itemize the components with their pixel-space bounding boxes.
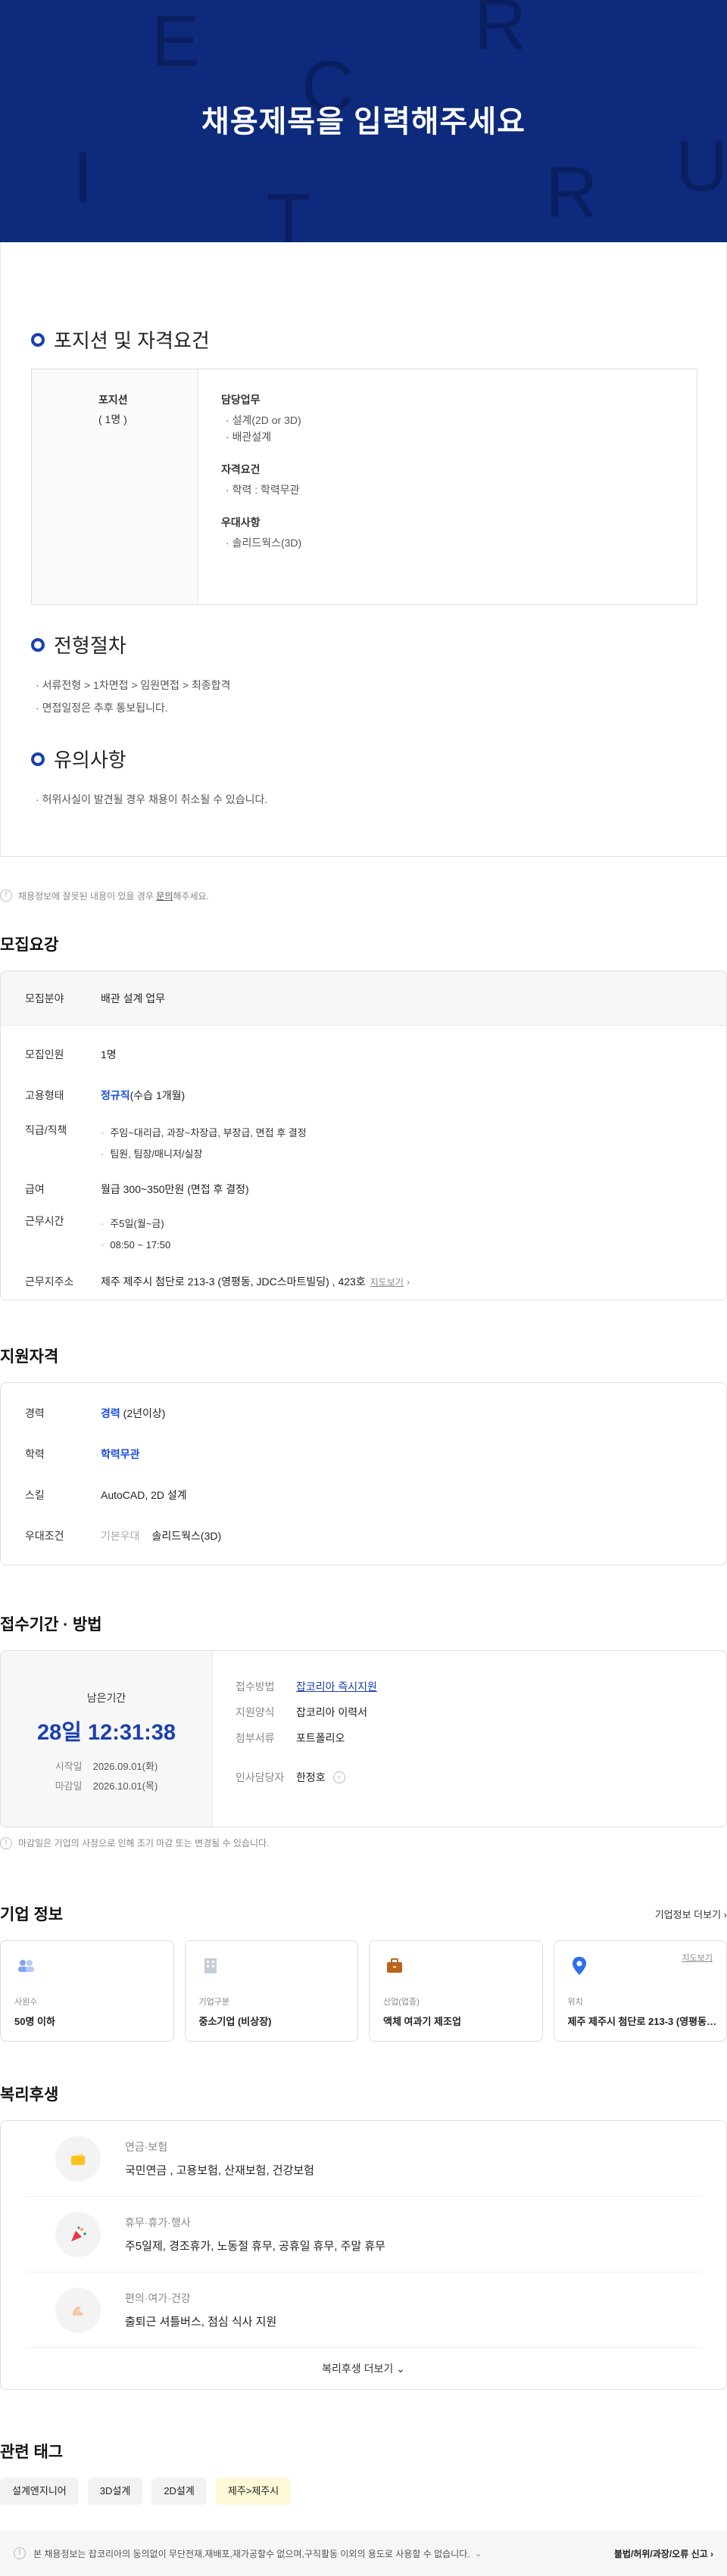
location-pin-icon [572,1957,586,1975]
position-name-cell: 포지션 ( 1명 ) [32,369,198,604]
report-notice: ! 채용정보에 잘못된 내용이 있을 경우 문의해주세요. [0,857,727,917]
company-cards: 사원수 50명 이하 기업구분 중소기업 (비상장) 산업(업종) 액체 여과기… [0,1940,727,2042]
tags-section-title: 관련 태그 [0,2444,64,2461]
process-line: · 서류전형 > 1차면접 > 임원면접 > 최종합격 [36,679,231,691]
company-card-employees: 사원수 50명 이하 [0,1940,174,2042]
briefcase-icon [387,1958,402,1973]
welfare-section-title: 복리후생 [0,2086,59,2104]
summary-row-rank: 직급/직책 주임~대리급, 과장~차장급, 부장급, 면접 후 결정 팀원, 팀… [1,1123,726,1165]
chevron-right-icon: › [406,1276,410,1288]
summary-row-headcount: 모집인원 1명 [25,1048,117,1061]
job-detail-card: 포지션 및 자격요건 포지션 ( 1명 ) 담당업무 · 설계(2D or 3D… [0,242,727,857]
info-icon: ! [0,889,12,902]
position-requirements: 담당업무 · 설계(2D or 3D) · 배관설계 자격요건 · 학력 : 학… [198,369,301,604]
position-box: 포지션 ( 1명 ) 담당업무 · 설계(2D or 3D) · 배관설계 자격… [31,369,697,605]
hero-bg-letter: I [73,137,93,218]
qualification-row-skill: 스킬 AutoCAD, 2D 설계 [25,1489,187,1501]
deadline-panel: 남은기간 28일 12:31:38 시작일 2026.09.01(화) 마감일 20… [1,1651,213,1827]
hero-bg-letter: T [267,179,311,242]
tag-chip[interactable]: 설계엔지니어 [0,2478,79,2505]
chevron-down-icon[interactable]: ⌄ [475,2548,482,2559]
hero-bg-letter: E [151,1,201,82]
caution-section-heading: 유의사항 [31,745,697,773]
inquiry-link[interactable]: 문의 [156,891,173,902]
map-link[interactable]: 지도보기 [370,1277,404,1288]
welfare-item: 편의·여가·건강 출퇴근 셔틀버스, 점심 식사 지원 [25,2272,702,2348]
piggy-bank-icon [55,2135,101,2182]
summary-row-salary: 급여 월급 300~350만원 (면접 후 결정) [25,1183,249,1195]
hero-bg-letter: R [545,152,598,233]
qualification-row-education: 학력 학력무관 [25,1448,140,1460]
summary-table: 모집분야 배관 설계 업무 모집인원 1명 고용형태 정규직(수습 1개월) 직… [0,970,727,1300]
company-card-location: 지도보기 위치 제주 제주시 첨단로 213-3 (영평동, JDC스마트빌딩) [553,1940,727,2042]
summary-section-title: 모집요강 [0,936,59,954]
qualification-label: 자격요건 [221,463,261,475]
preference-label: 우대사항 [221,516,261,528]
duty-item: · 배관설계 [226,431,272,443]
tag-chip[interactable]: 2D설계 [151,2478,207,2505]
countdown: 28일 12:31:38 [36,1721,176,1745]
tag-list: 설계엔지니어 3D설계 2D설계 제주>제주시 [0,2478,727,2505]
company-card-industry: 산업(업종) 액체 여과기 제조업 [369,1940,543,2042]
section-bullet-icon [31,332,45,347]
hero-banner: E R C I R U T 채용제목을 입력해주세요 [0,0,727,242]
building-icon [204,1958,217,1973]
report-button[interactable]: 불법/허위/과장/오류 신고 › [614,2547,713,2560]
people-icon [18,1960,34,1972]
tag-chip[interactable]: 제주>제주시 [215,2478,292,2505]
info-icon: ! [0,1836,12,1849]
section-bullet-icon [31,752,45,766]
preference-item: · 솔리드웍스(3D) [226,537,302,549]
summary-row-type: 고용형태 정규직(수습 1개월) [25,1089,186,1101]
welfare-item: 휴무·휴가·행사 주5일제, 경조휴가, 노동절 휴무, 공휴일 휴무, 주말 … [25,2197,702,2272]
process-line: · 면접일정은 추후 통보됩니다. [36,702,168,714]
company-map-link[interactable]: 지도보기 [682,1951,713,1964]
qualification-row-preference: 우대조건 기본우대 솔리드웍스(3D) [25,1530,222,1542]
hero-bg-letter: R [474,0,527,65]
apply-section-title: 접수기간 · 방법 [0,1616,102,1634]
welfare-item: 연금·보험 국민연금 , 고용보험, 산재보험, 건강보험 [25,2121,702,2197]
position-section-heading: 포지션 및 자격요건 [31,326,697,354]
company-section-title: 기업 정보 [0,1906,64,1923]
qualification-item: · 학력 : 학력무관 [226,484,300,496]
duty-item: · 설계(2D or 3D) [226,414,301,426]
qualification-row-career: 경력 경력 (2년이상) [25,1407,166,1419]
process-section-heading: 전형절차 [31,631,697,659]
summary-row-address: 근무지주소 제주 제주시 첨단로 213-3 (영평동, JDC스마트빌딩) ,… [25,1276,410,1288]
company-more-link[interactable]: 기업정보 더보기 › [655,1907,727,1921]
apply-method-panel: 접수방법 잡코리아 즉시지원 지원양식 잡코리아 이력서 첨부서류 포트폴리오 인사담… [213,1651,377,1827]
qualification-table: 경력 경력 (2년이상) 학력 학력무관 스킬 AutoCAD, 2D 설계 우… [0,1382,727,1565]
deadline-notice: ! 마감일은 기업의 사정으로 인해 조기 마감 또는 변경될 수 있습니다. [0,1827,727,1849]
party-popper-icon [55,2211,101,2257]
duty-label: 담당업무 [221,394,261,406]
summary-row-hours: 근무시간 주5일(월~금) 08:50 ~ 17:50 [1,1213,726,1256]
employment-type-link[interactable]: 정규직 [101,1089,130,1101]
welfare-more-button[interactable]: 복리후생 더보기 ⌄ [25,2348,702,2389]
job-title: 채용제목을 입력해주세요 [201,105,526,139]
qualification-section-title: 지원자격 [0,1348,59,1366]
caution-line: · 허위사실이 발견될 경우 채용이 취소될 수 있습니다. [36,793,268,805]
section-bullet-icon [31,637,45,652]
copyright-footer: ! 본 채용정보는 잡코리아의 동의없이 무단전재,재배포,재가공할수 없으며,… [0,2531,727,2576]
apply-box: 남은기간 28일 12:31:38 시작일 2026.09.01(화) 마감일 20… [0,1650,727,1827]
summary-row-field: 모집분야 배관 설계 업무 [1,971,726,1026]
company-card-type: 기업구분 중소기업 (비상장) [184,1940,358,2042]
hr-contact-icon[interactable]: › [332,1771,345,1783]
flexed-arm-icon [55,2287,101,2333]
tag-chip[interactable]: 3D설계 [87,2478,143,2505]
quick-apply-link[interactable]: 잡코리아 즉시지원 [296,1674,377,1699]
chevron-down-icon: ⌄ [396,2363,405,2375]
info-icon: ! [14,2547,26,2559]
welfare-box: 연금·보험 국민연금 , 고용보험, 산재보험, 건강보험 휴무·휴가·행사 주… [0,2120,727,2390]
job-posting-page: E R C I R U T 채용제목을 입력해주세요 포지션 및 자격요건 포지… [0,0,727,2576]
